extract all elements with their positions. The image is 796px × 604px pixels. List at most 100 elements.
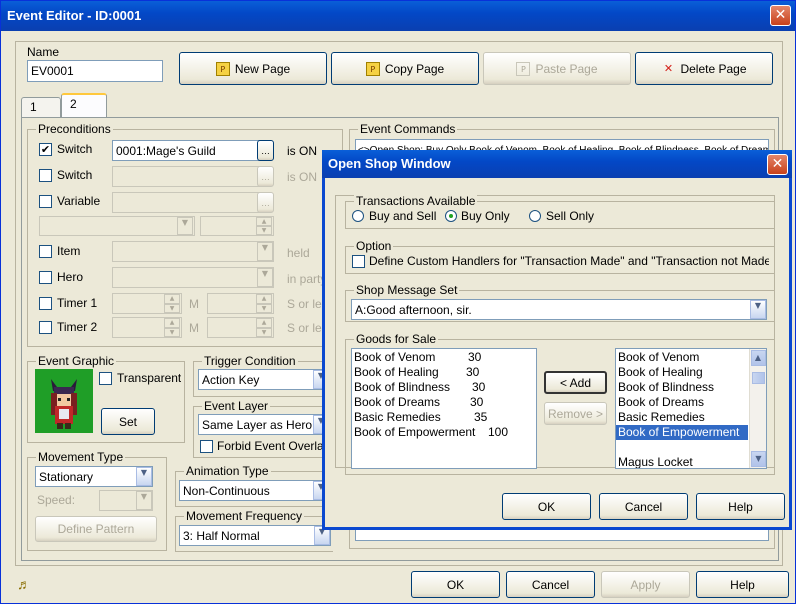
- scroll-down-icon[interactable]: ▼: [751, 451, 766, 467]
- switch2-browse-button[interactable]: …: [257, 166, 274, 187]
- available-goods-list[interactable]: Book of Venom 30 Book of Healing 30 Book o…: [351, 348, 537, 469]
- switch1-value-field[interactable]: 0001:Mage's Guild: [112, 140, 262, 161]
- shop-goods-item[interactable]: Magus Locket: [616, 455, 766, 468]
- available-goods-item[interactable]: Book of Healing 30: [352, 365, 536, 380]
- animation-type-select[interactable]: Non-Continuous: [179, 480, 328, 501]
- shop-ok-button[interactable]: OK: [502, 493, 591, 520]
- ok-label: OK: [446, 577, 465, 592]
- event-sprite-preview[interactable]: [35, 369, 93, 433]
- movement-frequency-select[interactable]: 3: Half Normal: [179, 525, 331, 546]
- available-goods-item[interactable]: Book of Blindness 30: [352, 380, 536, 395]
- sell-only-radio[interactable]: [529, 210, 541, 222]
- shop-close-button[interactable]: ✕: [767, 154, 788, 175]
- new-page-button[interactable]: P New Page: [179, 52, 327, 85]
- switch1-browse-button[interactable]: …: [257, 140, 274, 161]
- available-goods-item[interactable]: Book of Venom 30: [352, 350, 536, 365]
- close-window-button[interactable]: ✕: [770, 5, 791, 26]
- switch2-value-field[interactable]: [112, 166, 262, 187]
- shop-goods-item[interactable]: Basic Remedies: [616, 410, 766, 425]
- speed-dropdown-icon[interactable]: ▼: [136, 491, 152, 510]
- transparent-checkbox[interactable]: [99, 372, 112, 385]
- add-goods-button[interactable]: < Add: [544, 371, 607, 394]
- variable-amount-spinner[interactable]: ▲ ▼: [256, 217, 272, 235]
- custom-handlers-checkbox[interactable]: [352, 255, 365, 268]
- goods-price: 100: [488, 425, 509, 439]
- message-set-select[interactable]: A:Good afternoon, sir.: [351, 299, 767, 320]
- shop-goods-item-selected[interactable]: Book of Empowerment: [616, 425, 748, 440]
- item-select[interactable]: [112, 241, 274, 262]
- item-label: Item: [57, 244, 81, 258]
- goods-price: 30: [466, 365, 480, 379]
- goods-name: Book of Dreams: [354, 395, 441, 409]
- buy-and-sell-radio[interactable]: [352, 210, 364, 222]
- shop-help-button[interactable]: Help: [696, 493, 785, 520]
- tab-page-1-label: 1: [30, 100, 37, 114]
- scroll-thumb[interactable]: [751, 372, 765, 384]
- music-icon[interactable]: ♬: [17, 576, 31, 592]
- scroll-up-icon[interactable]: ▲: [750, 350, 766, 366]
- variable-checkbox[interactable]: [39, 195, 52, 208]
- tab-page-2-label: 2: [70, 97, 77, 111]
- trigger-condition-select[interactable]: Action Key: [198, 369, 328, 390]
- cancel-button[interactable]: Cancel: [506, 571, 595, 598]
- remove-goods-button[interactable]: Remove >: [544, 402, 607, 425]
- set-graphic-button[interactable]: Set: [101, 408, 155, 435]
- switch1-checkbox[interactable]: ✔: [39, 143, 52, 156]
- shop-goods-list[interactable]: Book of Venom Book of Healing Book of Bl…: [615, 348, 767, 469]
- item-dropdown-icon[interactable]: ▼: [257, 242, 273, 261]
- option-label: Option: [354, 239, 394, 253]
- timer1-checkbox[interactable]: [39, 297, 52, 310]
- define-pattern-button[interactable]: Define Pattern: [35, 516, 157, 542]
- delete-page-button[interactable]: ✕ Delete Page: [635, 52, 773, 85]
- timer2-checkbox[interactable]: [39, 321, 52, 334]
- add-goods-label: < Add: [559, 375, 592, 390]
- set-graphic-label: Set: [118, 414, 137, 429]
- variable-value-field[interactable]: [112, 192, 262, 213]
- shop-goods-item[interactable]: Book of Dreams: [616, 395, 766, 410]
- hero-checkbox[interactable]: [39, 271, 52, 284]
- timer1-minutes-spinner[interactable]: ▲ ▼: [164, 294, 180, 313]
- message-set-dropdown-icon[interactable]: ▼: [750, 300, 766, 319]
- switch2-checkbox[interactable]: [39, 169, 52, 182]
- delete-page-label: Delete Page: [680, 61, 747, 76]
- hero-select[interactable]: [112, 267, 274, 288]
- help-button[interactable]: Help: [696, 571, 789, 598]
- item-checkbox[interactable]: [39, 245, 52, 258]
- ok-button[interactable]: OK: [411, 571, 500, 598]
- copy-page-button[interactable]: P Copy Page: [331, 52, 479, 85]
- variable-compare-select[interactable]: [39, 216, 195, 236]
- shop-goods-item[interactable]: Book of Healing: [616, 365, 766, 380]
- event-layer-select[interactable]: Same Layer as Hero: [198, 414, 328, 435]
- hero-dropdown-icon[interactable]: ▼: [257, 268, 273, 287]
- help-label: Help: [730, 577, 755, 592]
- buy-only-radio[interactable]: [445, 210, 457, 222]
- trigger-condition-label: Trigger Condition: [202, 354, 298, 368]
- shop-goods-scrollbar[interactable]: ▲ ▼: [749, 349, 766, 468]
- speed-label: Speed:: [37, 493, 76, 507]
- paste-page-button[interactable]: P Paste Page: [483, 52, 631, 85]
- timer1-seconds-spinner[interactable]: ▲ ▼: [256, 294, 272, 313]
- apply-button[interactable]: Apply: [601, 571, 690, 598]
- switch2-label: Switch: [57, 168, 93, 182]
- buy-and-sell-label: Buy and Sell: [369, 209, 437, 223]
- available-goods-item[interactable]: Book of Dreams 30: [352, 395, 536, 410]
- shop-cancel-button[interactable]: Cancel: [599, 493, 688, 520]
- available-goods-item[interactable]: Book of Empowerment 100: [352, 425, 536, 440]
- shop-goods-item[interactable]: Book of Blindness: [616, 380, 766, 395]
- transparent-label: Transparent: [117, 371, 181, 385]
- name-input[interactable]: EV0001: [27, 60, 163, 82]
- variable-compare-dropdown-icon[interactable]: ▼: [177, 217, 193, 235]
- tab-page-2[interactable]: 2: [61, 93, 107, 118]
- shop-goods-item[interactable]: [616, 440, 766, 455]
- movement-type-dropdown-icon[interactable]: ▼: [136, 467, 152, 486]
- timer2-seconds-spinner[interactable]: ▲ ▼: [256, 318, 272, 337]
- shop-goods-item[interactable]: Book of Venom: [616, 350, 766, 365]
- goods-price: 30: [470, 395, 484, 409]
- forbid-overlap-checkbox[interactable]: [200, 440, 213, 453]
- cancel-label: Cancel: [531, 577, 570, 592]
- available-goods-item[interactable]: Basic Remedies 35: [352, 410, 536, 425]
- preconditions-group: Preconditions: [27, 122, 343, 347]
- tab-page-1[interactable]: 1: [21, 97, 61, 117]
- timer2-minutes-spinner[interactable]: ▲ ▼: [164, 318, 180, 337]
- variable-browse-button[interactable]: …: [257, 192, 274, 213]
